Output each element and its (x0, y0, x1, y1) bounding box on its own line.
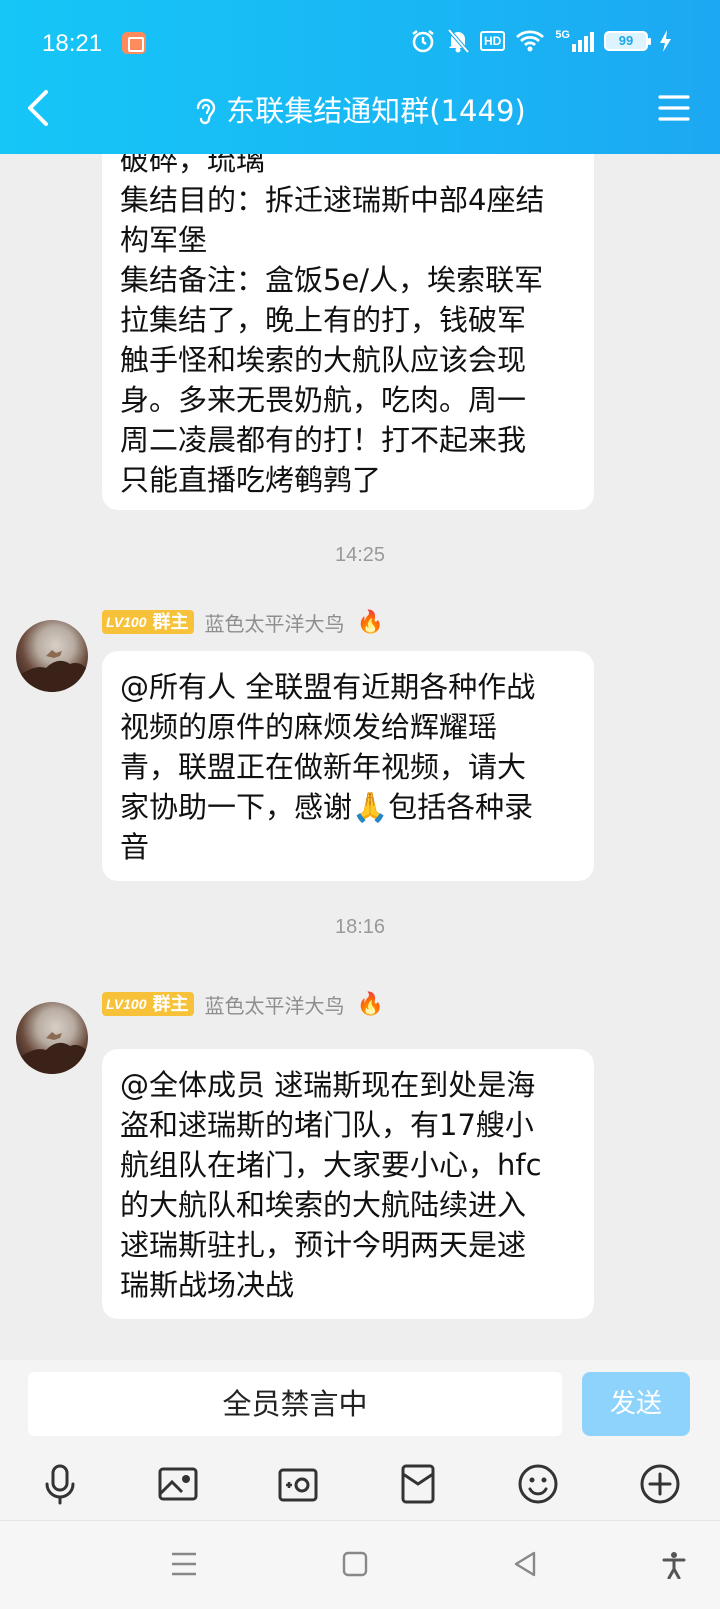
chat-title: 东联集结通知群(1449) (226, 94, 526, 128)
red-packet-icon[interactable] (396, 1462, 440, 1506)
timestamp: 18:16 (334, 916, 386, 938)
level-badge: LV100 群主 (102, 610, 195, 634)
message-line: 破碎，琉璃 (120, 154, 266, 177)
message-line: 瑞斯战场决战 (120, 1268, 295, 1302)
level-label: LV100 (102, 992, 151, 1016)
status-icons: HD 5G 99 (410, 28, 672, 54)
message-line: 逑瑞斯驻扎，预计今明两天是逑 (120, 1228, 527, 1262)
system-navigation-bar (0, 1520, 720, 1609)
message-line: 视频的原件的麻烦发给辉耀瑶 (120, 710, 498, 744)
plus-icon[interactable] (638, 1462, 682, 1506)
level-label: LV100 (102, 610, 151, 634)
message-line: 航组队在堵门，大家要小心，hfc (120, 1148, 542, 1182)
message-input[interactable]: 全员禁言中 (28, 1372, 562, 1436)
message-line: 身。多来无畏奶航，吃肉。周一 (120, 383, 527, 417)
menu-icon[interactable] (658, 94, 690, 122)
input-toolbar (0, 1444, 720, 1520)
reader-app-icon (122, 32, 146, 54)
camera-icon[interactable] (276, 1462, 320, 1506)
message-bubble[interactable]: @全体成员 逑瑞斯现在到处是海 盗和逑瑞斯的堵门队，有17艘小 航组队在堵门，大… (102, 1049, 594, 1319)
sender-name[interactable]: 蓝色太平洋大鸟 (204, 990, 344, 1019)
mute-bell-icon (447, 28, 470, 54)
sender-row: LV100 群主 蓝色太平洋大鸟 🔥 (102, 990, 384, 1018)
cellular-signal-icon: 5G (555, 30, 594, 52)
hd-badge: HD (479, 31, 506, 51)
input-bar: 全员禁言中 发送 (0, 1360, 720, 1444)
message-bubble[interactable]: 破碎，琉璃 集结目的：拆迁逑瑞斯中部4座结 构军堡 集结备注：盒饭5e/人，埃索… (102, 154, 594, 510)
send-button[interactable]: 发送 (582, 1372, 690, 1436)
status-time: 18:21 (42, 30, 103, 57)
image-icon[interactable] (156, 1462, 200, 1506)
fire-icon: 🔥 (356, 991, 384, 1017)
message-line: 周二凌晨都有的打！打不起来我 (120, 423, 527, 457)
battery-indicator: 99 (604, 31, 651, 51)
emoji-icon[interactable] (516, 1462, 560, 1506)
level-badge: LV100 群主 (102, 992, 195, 1016)
message-line: 集结目的：拆迁逑瑞斯中部4座结 (120, 183, 545, 217)
message-line: @全体成员 逑瑞斯现在到处是海 (120, 1068, 536, 1102)
message-line: 触手怪和埃索的大航队应该会现 (120, 343, 527, 377)
sender-row: LV100 群主 蓝色太平洋大鸟 🔥 (102, 608, 384, 636)
accessibility-icon[interactable] (662, 1551, 686, 1579)
message-line: 青，联盟正在做新年视频，请大 (120, 750, 527, 784)
network-type: 5G (555, 29, 570, 41)
message-line: 构军堡 (120, 223, 208, 257)
role-label: 群主 (150, 992, 195, 1016)
home-icon[interactable] (342, 1551, 368, 1577)
alarm-icon (412, 30, 434, 53)
message-line: @所有人 全联盟有近期各种作战 (120, 670, 536, 704)
role-label: 群主 (150, 610, 195, 634)
message-bubble[interactable]: @所有人 全联盟有近期各种作战 视频的原件的麻烦发给辉耀瑶 青，联盟正在做新年视… (102, 651, 594, 881)
ear-icon (197, 98, 216, 125)
avatar[interactable] (16, 620, 88, 692)
app-header: 18:21 HD 5G 99 东联集结通知群(1449) (0, 0, 720, 154)
message-line: 家协助一下，感谢🙏包括各种录 (120, 790, 534, 824)
avatar[interactable] (16, 1002, 88, 1074)
message-line: 音 (120, 830, 150, 864)
wifi-icon (516, 30, 545, 52)
message-line: 拉集结了，晚上有的打，钱破军 (120, 303, 527, 337)
back-nav-icon[interactable] (512, 1551, 538, 1577)
sender-name[interactable]: 蓝色太平洋大鸟 (204, 608, 344, 637)
timestamp: 14:25 (334, 544, 386, 566)
message-line: 的大航队和埃索的大航陆续进入 (120, 1188, 527, 1222)
microphone-icon[interactable] (38, 1462, 82, 1506)
chat-message-list[interactable]: 破碎，琉璃 集结目的：拆迁逑瑞斯中部4座结 构军堡 集结备注：盒饭5e/人，埃索… (0, 154, 720, 1360)
charging-icon (660, 30, 671, 52)
message-line: 集结备注：盒饭5e/人，埃索联军 (120, 263, 544, 297)
message-line: 盗和逑瑞斯的堵门队，有17艘小 (120, 1108, 534, 1142)
chat-title-row: 东联集结通知群(1449) (0, 86, 720, 134)
message-line: 只能直播吃烤鹌鹑了 (120, 463, 382, 497)
fire-icon: 🔥 (356, 609, 384, 635)
recent-apps-icon[interactable] (170, 1551, 198, 1577)
